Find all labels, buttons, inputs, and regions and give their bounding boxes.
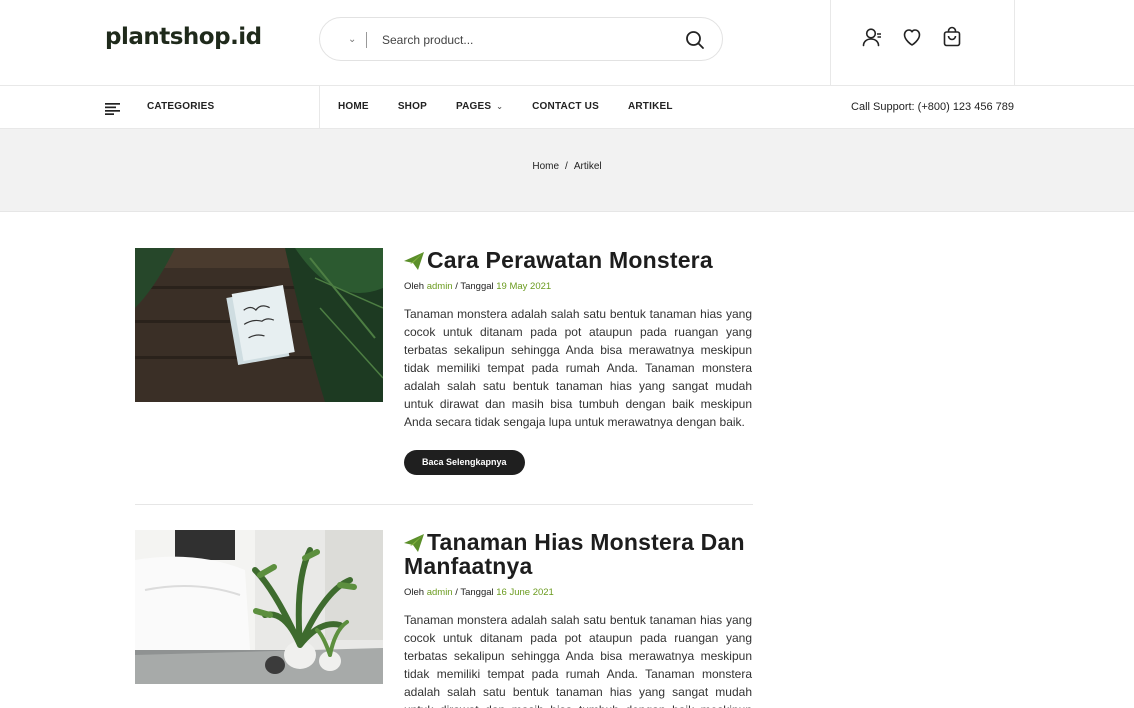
meta-date-label: / Tanggal: [455, 281, 494, 292]
post-divider: [135, 504, 753, 505]
meta-by-label: Oleh: [404, 587, 425, 598]
search-box: ⌄: [319, 17, 723, 61]
chevron-down-icon: ⌄: [496, 102, 504, 111]
nav-contact-us[interactable]: CONTACT US: [532, 101, 599, 112]
post-excerpt: Tanaman monstera adalah salah satu bentu…: [404, 613, 752, 708]
categories-menu-icon[interactable]: [105, 100, 121, 116]
paper-plane-icon: [404, 534, 424, 552]
nav-artikel[interactable]: ARTIKEL: [628, 101, 673, 112]
breadcrumb-home[interactable]: Home: [532, 161, 559, 172]
post-author[interactable]: admin: [427, 587, 453, 598]
post-meta: Oleh admin / Tanggal 16 June 2021: [404, 587, 752, 598]
header-divider: [1014, 0, 1015, 86]
paper-plane-icon: [404, 252, 424, 270]
post-content: Cara Perawatan Monstera Oleh admin / Tan…: [404, 248, 752, 475]
post-author[interactable]: admin: [427, 281, 453, 292]
breadcrumb: Home / Artikel: [0, 129, 1134, 212]
nav-divider: [319, 86, 320, 129]
search-input[interactable]: [382, 29, 672, 51]
nav-home[interactable]: HOME: [338, 101, 369, 112]
nav-bar: CATEGORIES HOME SHOP PAGES ⌄ CONTACT US A…: [0, 86, 1134, 129]
breadcrumb-current: Artikel: [573, 161, 602, 172]
main-menu: HOME SHOP PAGES ⌄ CONTACT US ARTIKEL: [338, 101, 702, 112]
read-more-button[interactable]: Baca Selengkapnya: [404, 450, 525, 475]
user-icon[interactable]: [861, 26, 883, 48]
meta-date-label: / Tanggal: [455, 587, 494, 598]
post-title[interactable]: Cara Perawatan Monstera: [404, 248, 752, 272]
nav-pages[interactable]: PAGES ⌄: [456, 101, 503, 112]
post-content: Tanaman Hias Monstera Dan Manfaatnya Ole…: [404, 530, 752, 708]
heart-icon[interactable]: [901, 26, 923, 48]
search-divider: [366, 32, 367, 48]
header-bar: plantshop.id ⌄: [0, 0, 1134, 86]
nav-shop[interactable]: SHOP: [398, 101, 427, 112]
post-date: 16 June 2021: [496, 587, 554, 598]
header-divider: [830, 0, 831, 86]
post-image[interactable]: [135, 248, 383, 402]
meta-by-label: Oleh: [404, 281, 425, 292]
post-meta: Oleh admin / Tanggal 19 May 2021: [404, 281, 752, 292]
search-icon[interactable]: [684, 29, 706, 51]
post-title[interactable]: Tanaman Hias Monstera Dan Manfaatnya: [404, 530, 752, 578]
post-date: 19 May 2021: [496, 281, 552, 292]
post-excerpt: Tanaman monstera adalah salah satu bentu…: [404, 307, 752, 429]
post-image[interactable]: [135, 530, 383, 684]
shopping-bag-icon[interactable]: [941, 26, 963, 48]
category-dropdown-chevron-icon[interactable]: ⌄: [348, 31, 368, 49]
logo[interactable]: plantshop.id: [105, 24, 262, 50]
categories-label[interactable]: CATEGORIES: [147, 101, 214, 112]
support-phone: Call Support: (+800) 123 456 789: [851, 101, 1014, 113]
breadcrumb-separator: /: [565, 161, 568, 172]
